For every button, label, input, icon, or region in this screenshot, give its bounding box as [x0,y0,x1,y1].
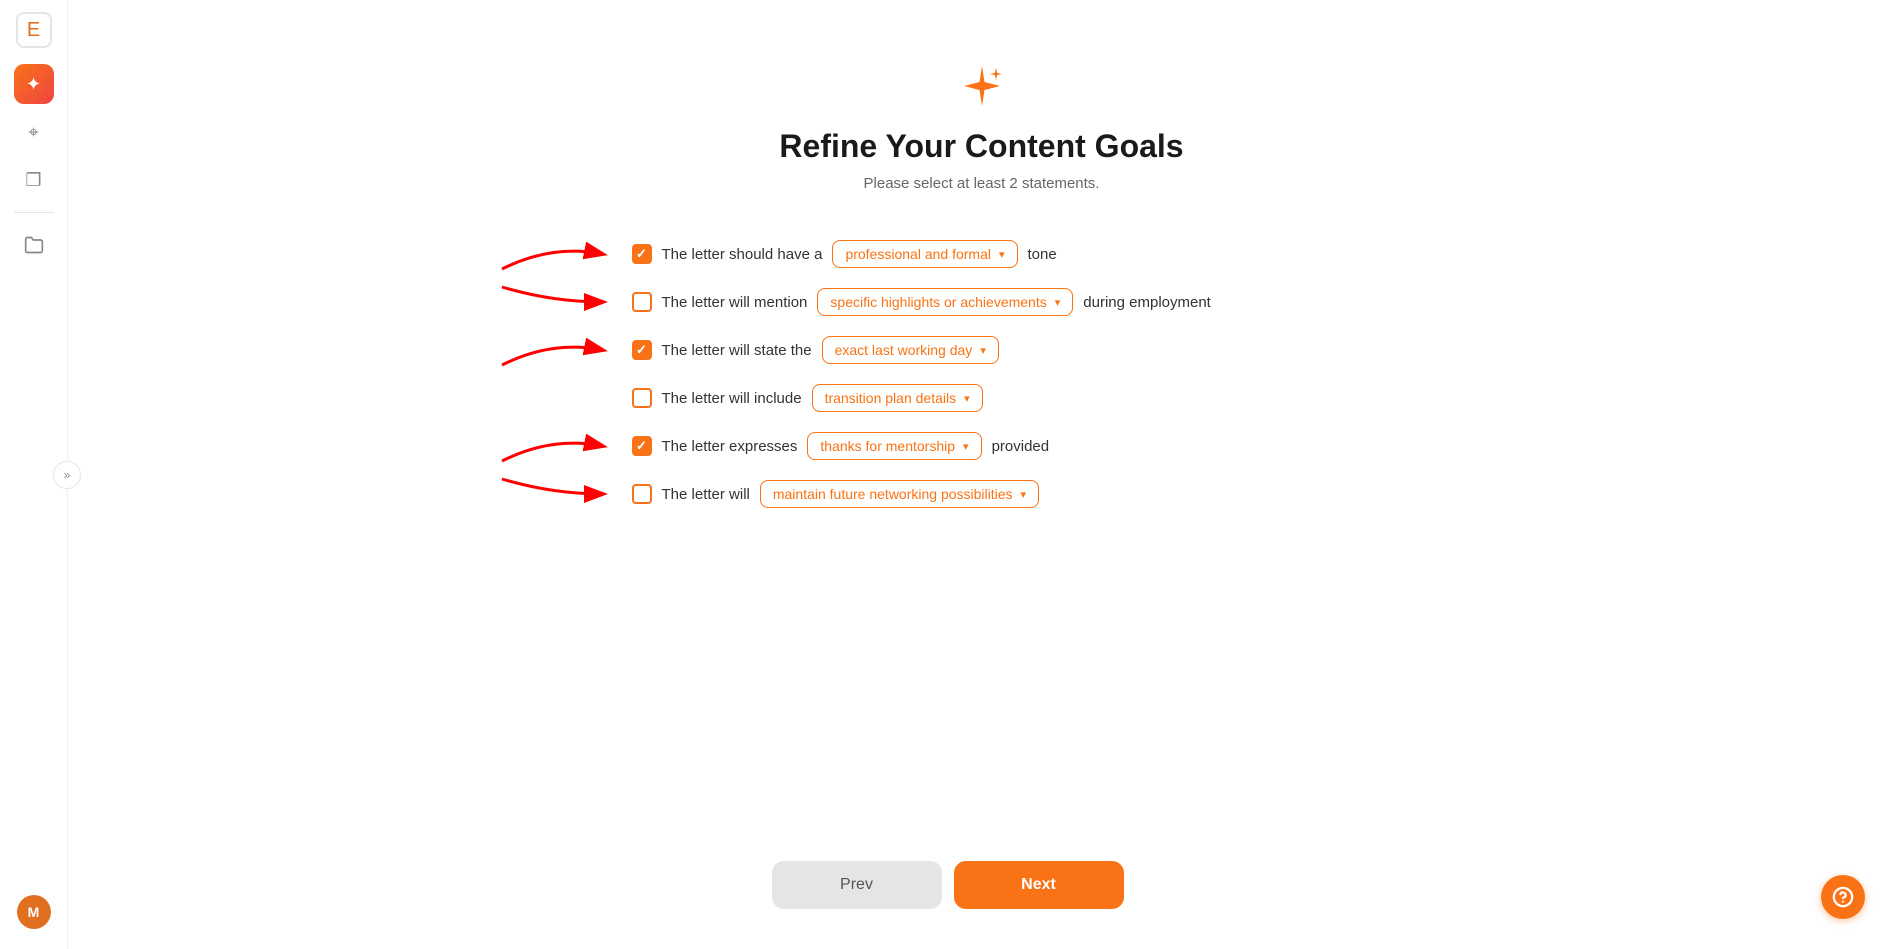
sidebar-item-documents[interactable]: ❐ [14,160,54,200]
sidebar-item-ai[interactable]: ✦ [14,64,54,104]
statement-tone-before: The letter should have a [662,246,823,263]
app-logo[interactable]: E [16,12,52,48]
checkbox-highlights[interactable] [632,292,652,312]
sidebar-divider [14,212,54,213]
statement-highlights-after: during employment [1083,294,1211,311]
dropdown-mentorship[interactable]: thanks for mentorship ▾ [807,432,981,460]
statement-networking: The letter will maintain future networki… [632,480,1332,508]
checkbox-transition[interactable] [632,388,652,408]
dropdown-networking[interactable]: maintain future networking possibilities… [760,480,1039,508]
statement-mentorship-after: provided [992,438,1050,455]
sidebar-item-search[interactable]: ⌖ [14,112,54,152]
page-subtitle: Please select at least 2 statements. [864,175,1100,192]
sidebar-folder-button[interactable] [14,225,54,265]
checkbox-networking[interactable] [632,484,652,504]
statement-lastday-before: The letter will state the [662,342,812,359]
chevron-down-icon: ▾ [980,344,986,357]
statement-lastday: The letter will state the exact last wor… [632,336,1332,364]
chevron-down-icon: ▾ [963,440,969,453]
arrow-lastday [492,330,612,370]
checkbox-lastday[interactable] [632,340,652,360]
arrow-networking [492,474,612,514]
chevron-down-icon: ▾ [1055,296,1061,309]
dropdown-highlights[interactable]: specific highlights or achievements ▾ [817,288,1073,316]
support-button[interactable] [1821,875,1865,919]
arrow-mentorship [492,426,612,466]
dropdown-lastday[interactable]: exact last working day ▾ [822,336,999,364]
statement-transition-before: The letter will include [662,390,802,407]
statement-transition: The letter will include transition plan … [632,384,1332,412]
chevron-down-icon: ▾ [1021,488,1027,501]
statement-networking-before: The letter will [662,486,750,503]
checkbox-tone[interactable] [632,244,652,264]
statement-tone-after: tone [1028,246,1057,263]
checkbox-mentorship[interactable] [632,436,652,456]
sparkle-icon [956,60,1008,112]
sidebar-collapse-button[interactable]: » [53,461,81,489]
arrow-highlights [492,282,612,322]
bottom-navigation: Prev Next [772,861,1124,909]
next-button[interactable]: Next [954,861,1124,909]
arrow-tone [492,234,612,274]
page-title: Refine Your Content Goals [779,128,1183,165]
chevron-down-icon: ▾ [999,248,1005,261]
dropdown-tone[interactable]: professional and formal ▾ [832,240,1017,268]
dropdown-transition[interactable]: transition plan details ▾ [812,384,983,412]
user-avatar[interactable]: M [17,895,51,929]
statement-highlights-before: The letter will mention [662,294,808,311]
main-content: Refine Your Content Goals Please select … [68,0,1895,949]
statement-highlights: The letter will mention specific highlig… [632,288,1332,316]
statement-mentorship: The letter expresses thanks for mentorsh… [632,432,1332,460]
chevron-down-icon: ▾ [964,392,970,405]
statement-tone: The letter should have a professional an… [632,240,1332,268]
sidebar: E ✦ ⌖ ❐ » M [0,0,68,949]
prev-button[interactable]: Prev [772,861,942,909]
statement-mentorship-before: The letter expresses [662,438,798,455]
statements-container: The letter should have a professional an… [632,240,1332,508]
